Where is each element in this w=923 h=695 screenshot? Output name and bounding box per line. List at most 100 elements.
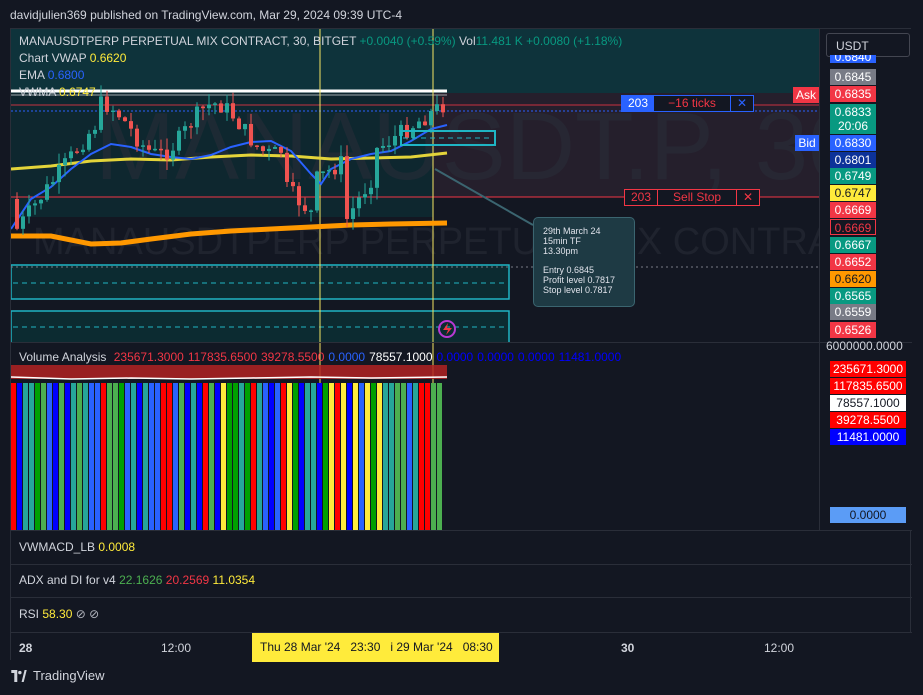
time-axis[interactable]: 28 12:00 Thu 28 Mar '24 23:30 i 29 Mar '…: [11, 632, 912, 662]
adx-pane[interactable]: ADX and DI for v4 22.1626 20.2569 11.035…: [11, 565, 819, 597]
time-label-1200-b: 12:00: [764, 641, 795, 655]
candle-body: [381, 145, 385, 148]
candle-body: [195, 106, 199, 128]
candle-body: [201, 106, 205, 109]
candle-body: [297, 186, 301, 206]
currency-select[interactable]: USDT: [826, 33, 910, 57]
volume-axis-label: 78557.1000: [830, 395, 906, 411]
sl-close-icon[interactable]: ✕: [736, 190, 759, 205]
volume-bar: [323, 383, 328, 530]
candle-body: [237, 118, 241, 130]
volume-legend-value: 0.0000: [517, 350, 555, 364]
volume-bar: [269, 383, 274, 530]
vwmacd-legend[interactable]: VWMACD_LB 0.0008: [19, 540, 135, 554]
publish-text: davidjulien369 published on TradingView.…: [10, 8, 403, 22]
volume-bar: [365, 383, 370, 530]
candle-body: [51, 182, 55, 185]
legend-vwap[interactable]: Chart VWAP 0.6620: [19, 51, 126, 65]
volume-bar: [299, 383, 304, 530]
candle-body: [45, 184, 49, 200]
price-axis-label: 0.6845: [830, 69, 876, 85]
legend-vwma[interactable]: VWMA 0.6747: [19, 85, 96, 99]
di-minus-value: 11.0354: [212, 573, 256, 587]
vwmacd-pane[interactable]: VWMACD_LB 0.0008: [11, 531, 819, 564]
price-axis-label: 0.6565: [830, 288, 876, 304]
volume-bar: [29, 383, 34, 530]
rsi-hidden-icon[interactable]: ⊘: [76, 607, 86, 621]
volume-bar: [431, 383, 436, 530]
currency-value: USDT: [836, 39, 869, 53]
vwma-name: VWMA: [19, 85, 56, 99]
watermark-small: MANAUSDTPERP PERPETUAL MIX CONTRACT: [33, 221, 819, 263]
volume-legend[interactable]: Volume Analysis 235671.3000 117835.6500 39…: [19, 350, 621, 364]
price-chart[interactable]: MANAUSDT.P, 30 MANAUSDTPERP PERPETUAL MI…: [11, 29, 819, 342]
candle-body: [285, 152, 289, 182]
volume-legend-value: 0.0000: [328, 350, 366, 364]
volume-bar: [251, 383, 256, 530]
price-axis-label: 0.6667: [830, 237, 876, 253]
candle-body: [93, 129, 97, 134]
volume-bar: [101, 383, 106, 530]
volume-legend-value: 0.0000: [436, 350, 474, 364]
volume-bar: [389, 383, 394, 530]
volume-bar: [239, 383, 244, 530]
volume-title: Volume Analysis: [19, 350, 107, 364]
volume-bar: [395, 383, 400, 530]
candle-body: [375, 147, 379, 188]
time-range-text: Thu 28 Mar '24 23:30 i 29 Mar '24 08:30: [260, 640, 493, 654]
rsi-pane[interactable]: RSI 58.30 ⊘ ⊘: [11, 598, 819, 632]
candle-body: [165, 149, 169, 160]
take-profit-order[interactable]: 203 −16 ticks ✕: [621, 95, 755, 112]
adx-legend[interactable]: ADX and DI for v4 22.1626 20.2569 11.035…: [19, 573, 255, 587]
volume-legend-value: 117835.6500: [187, 350, 257, 364]
candle-body: [87, 133, 91, 150]
volume-pane[interactable]: Volume Analysis 235671.3000 117835.6500 39…: [11, 343, 819, 530]
vol-change: +0.0080 (+1.18%): [526, 34, 623, 48]
candle-body: [123, 117, 127, 122]
candle-body: [423, 121, 427, 126]
volume-bar: [95, 383, 100, 530]
volume-bar: [437, 383, 442, 530]
symbol-legend[interactable]: MANAUSDTPERP PERPETUAL MIX CONTRACT, 30,…: [19, 34, 622, 48]
vwmacd-value: 0.0008: [98, 540, 136, 554]
volume-bar: [161, 383, 166, 530]
volume-bar: [71, 383, 76, 530]
volume-bar: [23, 383, 28, 530]
adx-value: 22.1626: [119, 573, 163, 587]
volume-bar: [185, 383, 190, 530]
candle-body: [81, 149, 85, 153]
volume-bar: [353, 383, 358, 530]
candle-body: [351, 208, 355, 219]
volume-bar: [35, 383, 40, 530]
tradingview-footer[interactable]: TradingView: [10, 668, 105, 683]
price-axis[interactable]: USDT 0.6840 0.6845 0.6835 0.6833 20:06 0.683…: [819, 29, 912, 342]
legend-ema[interactable]: EMA 0.6800: [19, 68, 84, 82]
candle-body: [393, 135, 397, 146]
candle-body: [231, 103, 235, 119]
volume-axis[interactable]: 6000000.0000 235671.3000 117835.6500 78557…: [819, 339, 912, 530]
price-axis-label: 0.6669: [830, 202, 876, 218]
volume-bar: [317, 383, 322, 530]
volume-bar: [125, 383, 130, 530]
di-plus-value: 20.2569: [165, 573, 210, 587]
price-pane[interactable]: MANAUSDT.P, 30 MANAUSDTPERP PERPETUAL MI…: [11, 29, 819, 342]
candle-body: [117, 110, 121, 118]
tp-close-icon[interactable]: ✕: [730, 96, 753, 111]
publish-header: davidjulien369 published on TradingView.…: [0, 0, 923, 30]
rsi-hidden-icon-2[interactable]: ⊘: [89, 607, 99, 621]
candle-body: [369, 187, 373, 195]
price-axis-label: 0.6801: [830, 152, 876, 168]
candle-body: [21, 216, 25, 229]
candle-body: [39, 199, 43, 204]
volume-bar: [149, 383, 154, 530]
chart-frame[interactable]: MANAUSDT.P, 30 MANAUSDTPERP PERPETUAL MI…: [10, 28, 912, 662]
price-axis-label: 0.6835: [830, 86, 876, 102]
note-date: 29th March 24: [543, 226, 601, 236]
volume-bar: [197, 383, 202, 530]
volume-bar: [137, 383, 142, 530]
rsi-legend[interactable]: RSI 58.30 ⊘ ⊘: [19, 607, 99, 621]
sell-stop-order[interactable]: 203 Sell Stop ✕: [624, 189, 761, 206]
volume-chart: [11, 343, 448, 530]
volume-bar: [407, 383, 412, 530]
candle-body: [333, 169, 337, 175]
